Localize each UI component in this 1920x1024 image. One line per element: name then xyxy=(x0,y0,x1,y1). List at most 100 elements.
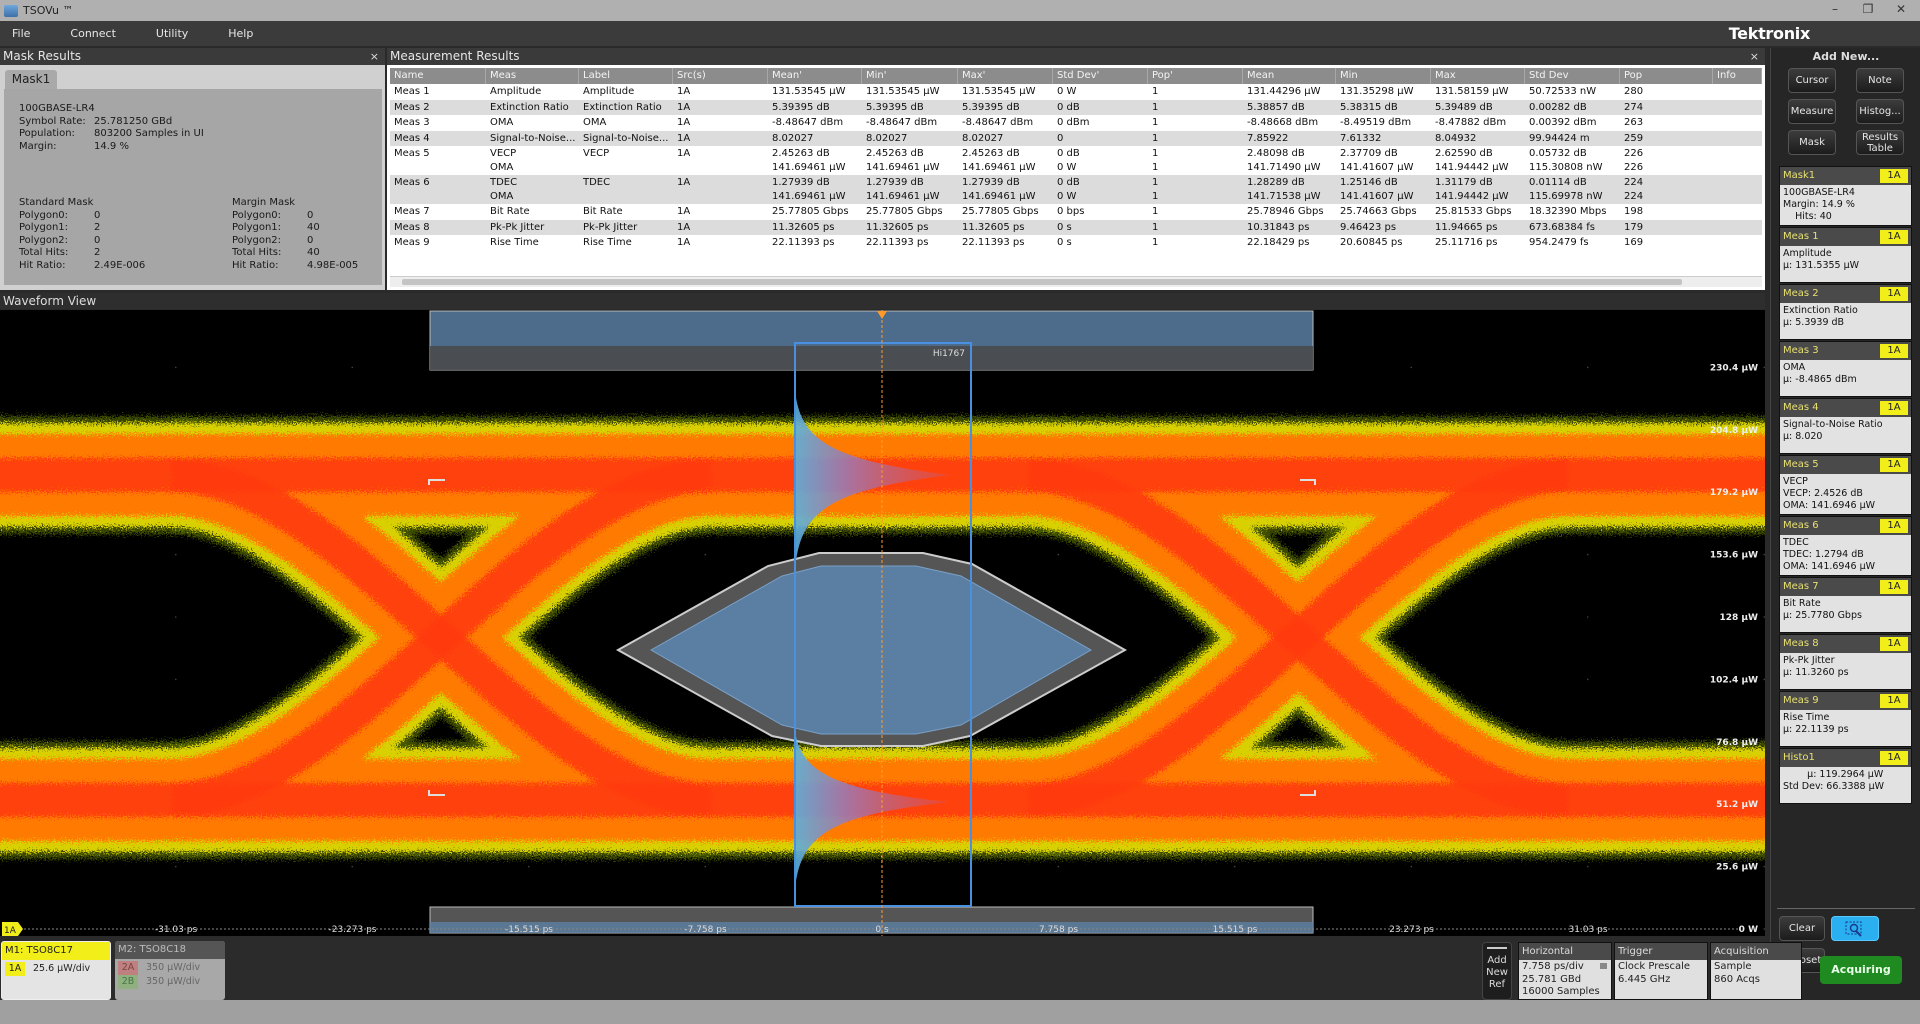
cell-line: 8.04932 xyxy=(1435,132,1477,144)
column-header[interactable]: Name xyxy=(390,68,486,84)
table-cell: 11.32605 ps xyxy=(862,221,958,235)
cell-line: 10.31843 ps xyxy=(1247,221,1310,233)
table-row[interactable]: Meas 1 Amplitude Amplitude 1A 131.53545 μW 13… xyxy=(390,84,1762,100)
menu-utility[interactable]: Utility xyxy=(156,27,188,40)
grid-dot xyxy=(1057,553,1060,556)
grid-dot xyxy=(1586,865,1589,868)
acquisition-panel[interactable]: Acquisition Sample 860 Acqs xyxy=(1710,942,1802,1000)
horizontal-panel[interactable]: Horizontal 7.758 ps/div 25.781 GBd 16000 S… xyxy=(1518,942,1612,1000)
column-header[interactable]: Meas xyxy=(486,68,579,84)
card-title: Meas 8 xyxy=(1783,638,1819,649)
column-header[interactable]: Max' xyxy=(958,68,1053,84)
note-button[interactable]: Note xyxy=(1856,68,1904,93)
column-header[interactable]: Min xyxy=(1336,68,1431,84)
minimize-button[interactable]: – xyxy=(1820,2,1850,16)
cell-line: 25.78946 Gbps xyxy=(1247,206,1324,217)
trigger-panel[interactable]: Trigger Clock Prescale 6.445 GHz xyxy=(1614,942,1708,1000)
measurement-badge-card[interactable]: Meas 8 1A Pk-Pk Jitter μ: 11.3260 ps xyxy=(1779,634,1912,690)
close-icon[interactable]: × xyxy=(370,48,379,65)
add-new-ref-button[interactable]: Add New Ref xyxy=(1482,942,1512,1000)
measurement-badge-card[interactable]: Meas 7 1A Bit Rate μ: 25.7780 Gbps xyxy=(1779,577,1912,633)
channel-chip-1a: 1A xyxy=(5,962,25,976)
line-icon xyxy=(1487,947,1507,949)
measurement-badge-card[interactable]: Meas 9 1A Rise Time μ: 22.1139 ps xyxy=(1779,691,1912,747)
close-icon[interactable]: × xyxy=(1750,48,1759,65)
clear-button[interactable]: Clear xyxy=(1779,916,1825,941)
cell-line: 99.94424 m xyxy=(1529,132,1590,144)
column-header[interactable]: Info xyxy=(1713,68,1762,84)
table-row[interactable]: Meas 3 OMA OMA 1A -8.48647 dBm -8.48647 dBm -8… xyxy=(390,115,1762,131)
measurement-badge-card[interactable]: Meas 3 1A OMA μ: -8.4865 dBm xyxy=(1779,341,1912,397)
mask-hit-value: 40 xyxy=(307,222,320,233)
measurement-badge-card[interactable]: Meas 5 1A VECP VECP: 2.4526 dB OMA: 141.6946… xyxy=(1779,455,1912,515)
y-tick-label: 153.6 μW xyxy=(1710,551,1758,561)
table-cell: 2.45263 dB 141.69461 μW xyxy=(958,147,1053,174)
column-header[interactable]: Label xyxy=(579,68,673,84)
close-button[interactable]: ✕ xyxy=(1886,2,1916,16)
table-row[interactable]: Meas 4 Signal-to-Noise... Signal-to-Noise.… xyxy=(390,130,1762,146)
tab-mask1[interactable]: Mask1 xyxy=(5,70,57,89)
table-cell: 11 xyxy=(1148,147,1243,174)
table-cell: 0.00282 dB xyxy=(1525,101,1620,115)
channel-marker[interactable]: 1A xyxy=(2,922,23,936)
cell-line: 141.41607 μW xyxy=(1340,161,1414,173)
card-line: μ: 5.3939 dB xyxy=(1783,317,1845,328)
measure-button[interactable]: Measure xyxy=(1788,99,1836,124)
column-header[interactable]: Std Dev xyxy=(1525,68,1620,84)
restore-button[interactable]: ❐ xyxy=(1853,2,1883,16)
column-header[interactable]: Src(s) xyxy=(673,68,768,84)
cursor-button[interactable]: Cursor xyxy=(1788,68,1836,93)
table-row[interactable]: Meas 2 Extinction Ratio Extinction Ratio 1A… xyxy=(390,99,1762,115)
m2-channel-card[interactable]: M2: TSO8C18 2A 350 μW/div 2B 350 μW/div xyxy=(115,941,225,1000)
zoom-select-button[interactable] xyxy=(1831,916,1879,941)
cell-line: 11.32605 ps xyxy=(772,221,835,233)
cell-line: 1A xyxy=(677,101,691,113)
menu-file[interactable]: File xyxy=(12,27,30,40)
mask-button[interactable]: Mask xyxy=(1788,130,1836,155)
menu-bar: File Connect Utility Help Tektronix xyxy=(0,21,1920,46)
column-header[interactable]: Pop' xyxy=(1148,68,1243,84)
lock-icon[interactable] xyxy=(1600,963,1607,969)
horizontal-scrollbar[interactable] xyxy=(390,276,1762,287)
card-line: 100GBASE-LR4 xyxy=(1783,187,1855,198)
table-row[interactable]: Meas 7 Bit Rate Bit Rate 1A 25.77805 Gbps 25.… xyxy=(390,204,1762,220)
histogram-button[interactable]: Histog... xyxy=(1856,99,1904,124)
mask-center-region xyxy=(649,565,1093,735)
measurement-badge-card[interactable]: Meas 4 1A Signal-to-Noise Ratio μ: 8.020 xyxy=(1779,398,1912,454)
table-cell: 131.58159 μW xyxy=(1431,85,1525,99)
cell-line: 5.39489 dB xyxy=(1435,101,1493,113)
table-row[interactable]: Meas 9 Rise Time Rise Time 1A 22.11393 ps 22.… xyxy=(390,235,1762,251)
scrollbar-thumb[interactable] xyxy=(402,279,1682,285)
cell-line: 1.27939 dB xyxy=(866,177,924,188)
table-row[interactable]: Meas 8 Pk-Pk Jitter Pk-Pk Jitter 1A 11.32605… xyxy=(390,219,1762,235)
column-header[interactable]: Mean xyxy=(1243,68,1336,84)
grid-dot xyxy=(1763,678,1765,681)
table-row[interactable]: Meas 5 VECP OMA VECP 1A 2.45263 dB 141.69461… xyxy=(390,146,1762,175)
menu-help[interactable]: Help xyxy=(228,27,253,40)
measurement-badge-card[interactable]: Histo1 1A μ: 119.2964 μW Std Dev: 66.3388 … xyxy=(1779,748,1912,804)
measurement-badge-card[interactable]: Mask1 1A 100GBASE-LR4 Margin: 14.9 % Hits: … xyxy=(1779,166,1912,226)
m1-channel-card[interactable]: M1: TSO8C17 1A 25.6 μW/div xyxy=(1,941,111,1000)
column-header[interactable]: Min' xyxy=(862,68,958,84)
column-header[interactable]: Pop xyxy=(1620,68,1713,84)
results-table-button[interactable]: Results Table xyxy=(1856,130,1904,155)
column-header[interactable]: Max xyxy=(1431,68,1525,84)
measurement-badge-card[interactable]: Meas 6 1A TDEC TDEC: 1.2794 dB OMA: 141.6946… xyxy=(1779,516,1912,576)
table-cell: Amplitude xyxy=(486,85,579,99)
table-row[interactable]: Meas 6 TDEC OMA TDEC 1A 1.27939 dB 141.69461… xyxy=(390,175,1762,204)
menu-connect[interactable]: Connect xyxy=(70,27,115,40)
measurement-results-header: Measurement Results × xyxy=(387,48,1765,65)
column-header[interactable]: Mean' xyxy=(768,68,862,84)
column-header[interactable]: Std Dev' xyxy=(1053,68,1148,84)
measurement-badge-card[interactable]: Meas 2 1A Extinction Ratio μ: 5.3939 dB xyxy=(1779,284,1912,340)
cell-line: 1.28289 dB xyxy=(1247,177,1305,188)
cell-line: 1 xyxy=(1152,190,1159,202)
acquiring-button[interactable]: Acquiring xyxy=(1820,956,1902,984)
table-cell: 131.44296 μW xyxy=(1243,85,1336,99)
table-cell: Pk-Pk Jitter xyxy=(579,221,673,235)
waveform-plot[interactable]: Hi1767 230.4 μW 204.8 μW 179.2 μW 153.6 μW 1… xyxy=(0,310,1765,936)
table-cell: OMA xyxy=(486,116,579,130)
mask-hit-value: 2 xyxy=(94,222,101,233)
measurement-badge-card[interactable]: Meas 1 1A Amplitude μ: 131.5355 μW xyxy=(1779,227,1912,283)
table-cell: 198 xyxy=(1620,205,1713,219)
